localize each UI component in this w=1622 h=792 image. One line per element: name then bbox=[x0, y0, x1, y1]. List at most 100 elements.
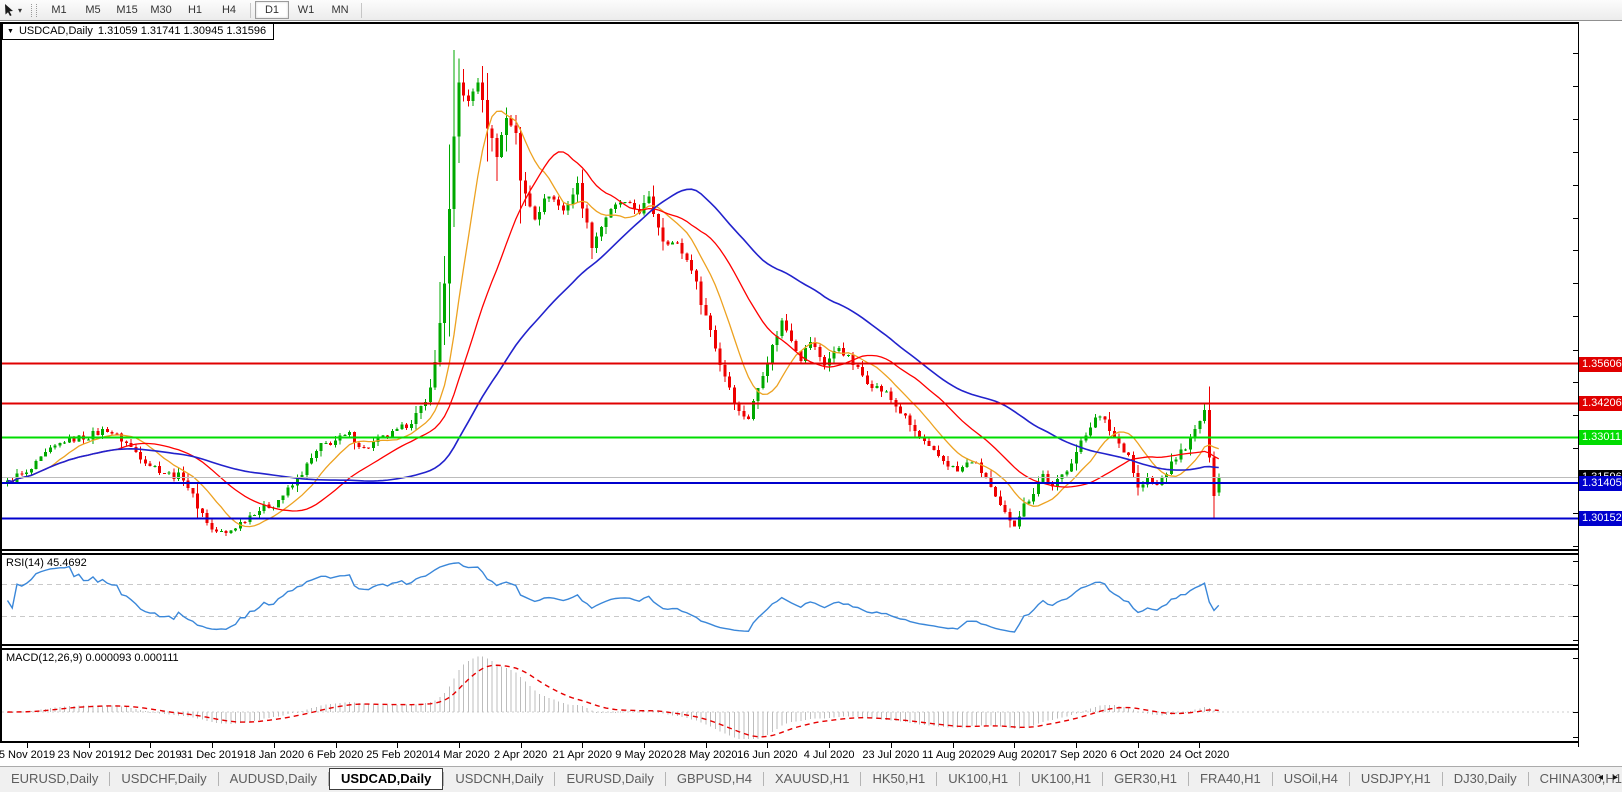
date-tick bbox=[953, 743, 954, 748]
date-tick bbox=[89, 743, 90, 748]
date-tick bbox=[521, 743, 522, 748]
toolbar-drag-handle[interactable] bbox=[31, 4, 37, 17]
hline-price-flag: 1.34206 bbox=[1579, 396, 1622, 411]
chart-tab-uk100-h1[interactable]: UK100,H1 bbox=[1020, 768, 1102, 789]
rsi-separator-2 bbox=[0, 553, 1578, 555]
date-tick bbox=[1138, 743, 1139, 748]
chart-tab-eurusd-daily[interactable]: EURUSD,Daily bbox=[0, 768, 109, 789]
period-button-h4[interactable]: H4 bbox=[212, 1, 246, 19]
chart-tab-dj30-daily[interactable]: DJ30,Daily bbox=[1443, 768, 1528, 789]
chart-tab-usdchf-daily[interactable]: USDCHF,Daily bbox=[110, 768, 217, 789]
date-tick bbox=[767, 743, 768, 748]
chart-title-symbol: USDCAD,Daily bbox=[19, 24, 93, 39]
chart-tab-audusd-daily[interactable]: AUDUSD,Daily bbox=[219, 768, 328, 789]
date-label: 31 Dec 2019 bbox=[181, 749, 243, 761]
rsi-separator[interactable] bbox=[0, 549, 1578, 551]
date-label: 11 Aug 2020 bbox=[922, 749, 983, 761]
ma-fast bbox=[8, 111, 1219, 526]
chart-title-ohlc: 1.31059 1.31741 1.30945 1.31596 bbox=[98, 24, 266, 39]
hline-price-flag: 1.30152 bbox=[1579, 511, 1622, 526]
date-label: 4 Jul 2020 bbox=[804, 749, 855, 761]
time-axis-separator bbox=[0, 741, 1578, 743]
period-button-mn[interactable]: MN bbox=[323, 1, 357, 19]
date-tick bbox=[1076, 743, 1077, 748]
hline-price-flag: 1.35606 bbox=[1579, 357, 1622, 372]
chart-tab-fra40-h1[interactable]: FRA40,H1 bbox=[1189, 768, 1272, 789]
horizontal-line-objects bbox=[2, 364, 1578, 519]
period-button-m1[interactable]: M1 bbox=[42, 1, 76, 19]
hline-price-flag: 1.31405 bbox=[1579, 476, 1622, 491]
date-tick bbox=[212, 743, 213, 748]
ma-medium bbox=[8, 152, 1219, 511]
price-axis-separator bbox=[1578, 22, 1579, 747]
date-label: 21 Apr 2020 bbox=[553, 749, 612, 761]
date-tick bbox=[829, 743, 830, 748]
toolbar-separator bbox=[361, 3, 362, 18]
period-button-m5[interactable]: M5 bbox=[76, 1, 110, 19]
date-label: 9 May 2020 bbox=[615, 749, 672, 761]
cursor-tool-dropdown-icon[interactable]: ▾ bbox=[18, 6, 22, 15]
period-button-w1[interactable]: W1 bbox=[289, 1, 323, 19]
chart-tab-usdcnh-daily[interactable]: USDCNH,Daily bbox=[444, 768, 554, 789]
date-tick bbox=[397, 743, 398, 748]
date-label: 18 Jan 2020 bbox=[244, 749, 305, 761]
chart-title-box[interactable]: ▼ USDCAD,Daily 1.31059 1.31741 1.30945 1… bbox=[2, 23, 274, 40]
chart-tab-usoil-h4[interactable]: USOil,H4 bbox=[1273, 768, 1349, 789]
chart-tab-xauusd-h1[interactable]: XAUUSD,H1 bbox=[764, 768, 860, 789]
timeframes-toolbar: ▾ M1M5M15M30H1H4 D1W1MN bbox=[0, 0, 1622, 21]
date-tick bbox=[274, 743, 275, 748]
date-label: 25 Feb 2020 bbox=[366, 749, 428, 761]
chart-tabs-bar: EURUSD,DailyUSDCHF,DailyAUDUSD,DailyUSDC… bbox=[0, 766, 1622, 792]
ma-medium-line bbox=[8, 152, 1219, 511]
period-button-h1[interactable]: H1 bbox=[178, 1, 212, 19]
date-label: 6 Oct 2020 bbox=[1111, 749, 1165, 761]
date-label: 23 Jul 2020 bbox=[862, 749, 919, 761]
date-label: 28 May 2020 bbox=[674, 749, 738, 761]
date-label: 14 Mar 2020 bbox=[428, 749, 490, 761]
macd-histogram bbox=[7, 657, 1219, 739]
chart-tab-hk50-h1[interactable]: HK50,H1 bbox=[861, 768, 936, 789]
date-tick bbox=[150, 743, 151, 748]
chart-tab-eurusd-daily[interactable]: EURUSD,Daily bbox=[555, 768, 664, 789]
chart-tab-usdjpy-h1[interactable]: USDJPY,H1 bbox=[1350, 768, 1442, 789]
tabs-scroll-right-icon[interactable]: ▸ bbox=[1613, 772, 1618, 783]
macd-label: MACD(12,26,9) 0.000093 0.000111 bbox=[6, 652, 179, 664]
date-tick bbox=[459, 743, 460, 748]
chart-tab-ger30-h1[interactable]: GER30,H1 bbox=[1103, 768, 1188, 789]
candlesticks bbox=[6, 50, 1220, 536]
period-button-m15[interactable]: M15 bbox=[110, 1, 144, 19]
hline-price-flag: 1.33011 bbox=[1579, 430, 1622, 445]
chart-tab-usdcad-daily[interactable]: USDCAD,Daily bbox=[329, 768, 443, 790]
mt4-terminal: ▾ M1M5M15M30H1H4 D1W1MN ▼ USDCAD,Daily 1.… bbox=[0, 0, 1622, 792]
rsi-label: RSI(14) 45.4692 bbox=[6, 557, 87, 569]
rsi-line bbox=[8, 563, 1219, 632]
date-label: 2 Apr 2020 bbox=[494, 749, 547, 761]
cursor-tool-icon[interactable] bbox=[4, 4, 15, 16]
date-label: 29 Aug 2020 bbox=[983, 749, 1045, 761]
date-label: 5 Nov 2019 bbox=[0, 749, 55, 761]
date-label: 6 Feb 2020 bbox=[308, 749, 364, 761]
chart-tab-uk100-h1[interactable]: UK100,H1 bbox=[937, 768, 1019, 789]
date-tick bbox=[27, 743, 28, 748]
macd-separator-2 bbox=[0, 648, 1578, 650]
date-tick bbox=[1014, 743, 1015, 748]
period-button-m30[interactable]: M30 bbox=[144, 1, 178, 19]
date-label: 16 Jun 2020 bbox=[737, 749, 798, 761]
date-tick bbox=[891, 743, 892, 748]
macd-separator[interactable] bbox=[0, 644, 1578, 646]
price-chart-canvas[interactable] bbox=[0, 21, 1622, 792]
chart-title-caret-icon[interactable]: ▼ bbox=[7, 24, 14, 39]
date-tick bbox=[336, 743, 337, 748]
period-button-d1[interactable]: D1 bbox=[255, 1, 289, 19]
chart-tab-gbpusd-h4[interactable]: GBPUSD,H4 bbox=[666, 768, 763, 789]
toolbar-separator bbox=[250, 3, 251, 18]
date-label: 12 Dec 2019 bbox=[119, 749, 181, 761]
tabs-scroll-left-icon[interactable]: ◂ bbox=[1598, 772, 1603, 783]
chart-window[interactable]: ▼ USDCAD,Daily 1.31059 1.31741 1.30945 1… bbox=[0, 21, 1622, 766]
macd-signal-line bbox=[8, 665, 1219, 737]
date-tick bbox=[1199, 743, 1200, 748]
date-tick bbox=[582, 743, 583, 748]
macd-signal bbox=[8, 665, 1219, 737]
date-label: 24 Oct 2020 bbox=[1169, 749, 1229, 761]
chart-left-border bbox=[0, 22, 2, 743]
